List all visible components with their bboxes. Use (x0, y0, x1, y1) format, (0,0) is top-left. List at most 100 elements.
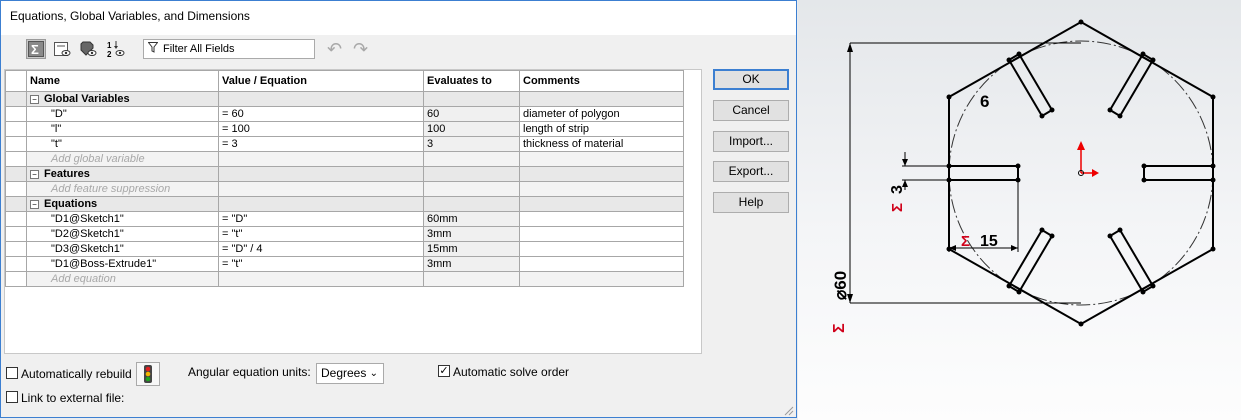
cell-value[interactable]: = 3 (218, 136, 424, 152)
cell-evaluates: 60 (423, 106, 520, 122)
cell-evaluates: 60mm (423, 211, 520, 227)
cell-value[interactable]: = 100 (218, 121, 424, 137)
undo-icon[interactable]: ↶ (327, 39, 342, 60)
link-external-checkbox[interactable] (6, 391, 18, 403)
add-row[interactable]: Add feature suppression (5, 181, 684, 197)
add-row[interactable]: Add equation (5, 271, 684, 287)
svg-text:2: 2 (107, 50, 112, 58)
auto-rebuild-checkbox[interactable] (6, 367, 18, 379)
cell-evaluates: 100 (423, 121, 520, 137)
cell-comment[interactable]: thickness of material (519, 136, 684, 152)
cancel-button[interactable]: Cancel (713, 100, 789, 121)
header-gutter (5, 70, 27, 92)
section-row[interactable]: − Equations (5, 196, 684, 212)
resize-grip-icon[interactable] (784, 405, 794, 416)
row-gutter (5, 271, 27, 287)
section-row[interactable]: − Features (5, 166, 684, 182)
row-gutter (5, 241, 27, 257)
table-row[interactable]: "t" = 3 3 thickness of material (5, 136, 684, 152)
cell-value[interactable]: = "t" (218, 226, 424, 242)
auto-solve-label: Automatic solve order (453, 365, 570, 379)
angular-units-label: Angular equation units: (188, 365, 311, 379)
sigma-icon: Σ (889, 203, 906, 212)
collapse-icon[interactable]: − (30, 94, 39, 104)
table-row[interactable]: "D1@Sketch1" = "D" 60mm (5, 211, 684, 227)
col-name[interactable]: Name (26, 70, 219, 92)
cell-name[interactable]: "D2@Sketch1" (26, 226, 219, 242)
auto-solve-checkbox[interactable]: ✓ (438, 365, 450, 377)
cell-name[interactable]: "t" (26, 136, 219, 152)
sheet-view-icon[interactable] (52, 39, 72, 59)
table-row[interactable]: "D3@Sketch1" = "D" / 4 15mm (5, 241, 684, 257)
rebuild-traffic-light-icon[interactable] (136, 362, 160, 386)
eye-dimension-icon[interactable] (79, 39, 99, 59)
cell-evaluates: 3 (423, 136, 520, 152)
row-gutter (5, 196, 27, 212)
cell-comment[interactable] (519, 241, 684, 257)
redo-icon[interactable]: ↷ (353, 39, 368, 60)
collapse-icon[interactable]: − (30, 199, 39, 209)
cell-name[interactable]: "l" (26, 121, 219, 137)
equations-table: Name Value / Equation Evaluates to Comme… (4, 69, 702, 354)
cell-comment[interactable]: length of strip (519, 121, 684, 137)
section-title[interactable]: − Global Variables (26, 91, 219, 107)
cell-comment[interactable] (519, 256, 684, 272)
table-row[interactable]: "D1@Boss-Extrude1" = "t" 3mm (5, 256, 684, 272)
dim-3-label: 3 (889, 185, 906, 194)
angular-units-value: Degrees (321, 366, 367, 380)
row-gutter (5, 91, 27, 107)
add-placeholder[interactable]: Add equation (26, 271, 219, 287)
col-comments[interactable]: Comments (519, 70, 684, 92)
cell-evaluates: 15mm (423, 241, 520, 257)
svg-text:Σ: Σ (31, 42, 39, 57)
ordered-view-icon[interactable]: 12 (106, 39, 126, 59)
filter-field[interactable]: Filter All Fields (143, 39, 315, 59)
dim-6-label: 6 (980, 92, 989, 111)
cell-name[interactable]: "D" (26, 106, 219, 122)
section-row[interactable]: − Global Variables (5, 91, 684, 107)
cell-value[interactable]: = 60 (218, 106, 424, 122)
add-row[interactable]: Add global variable (5, 151, 684, 167)
sigma-view-icon[interactable]: Σ (26, 39, 46, 59)
cell-value[interactable]: = "t" (218, 256, 424, 272)
cell-value[interactable]: = "D" / 4 (218, 241, 424, 257)
add-placeholder[interactable]: Add feature suppression (26, 181, 219, 197)
table-row[interactable]: "D" = 60 60 diameter of polygon (5, 106, 684, 122)
collapse-icon[interactable]: − (30, 169, 39, 179)
cell-evaluates: 3mm (423, 226, 520, 242)
row-gutter (5, 226, 27, 242)
graphics-area[interactable]: ⌀60 Σ 3 Σ Σ 15 6 (798, 0, 1241, 420)
equations-dialog: Equations, Global Variables, and Dimensi… (0, 0, 797, 418)
add-placeholder[interactable]: Add global variable (26, 151, 219, 167)
cell-comment[interactable] (519, 226, 684, 242)
section-title[interactable]: − Equations (26, 196, 219, 212)
cell-name[interactable]: "D1@Sketch1" (26, 211, 219, 227)
angular-units-select[interactable]: Degrees ⌄ (316, 363, 384, 384)
row-gutter (5, 151, 27, 167)
table-header: Name Value / Equation Evaluates to Comme… (5, 70, 684, 92)
ok-button[interactable]: OK (713, 69, 789, 90)
table-row[interactable]: "l" = 100 100 length of strip (5, 121, 684, 137)
sketch-drawing: ⌀60 Σ 3 Σ Σ 15 6 (831, 19, 1216, 333)
cell-name[interactable]: "D3@Sketch1" (26, 241, 219, 257)
svg-text:1: 1 (107, 41, 112, 50)
section-title[interactable]: − Features (26, 166, 219, 182)
cell-comment[interactable] (519, 211, 684, 227)
col-value[interactable]: Value / Equation (218, 70, 424, 92)
col-evaluates[interactable]: Evaluates to (423, 70, 520, 92)
row-gutter (5, 256, 27, 272)
cell-value[interactable]: = "D" (218, 211, 424, 227)
import-button[interactable]: Import... (713, 131, 789, 152)
cell-comment[interactable]: diameter of polygon (519, 106, 684, 122)
table-row[interactable]: "D2@Sketch1" = "t" 3mm (5, 226, 684, 242)
dim-60-label: ⌀60 (831, 271, 850, 300)
filter-placeholder: Filter All Fields (163, 43, 235, 55)
export-button[interactable]: Export... (713, 161, 789, 182)
row-gutter (5, 211, 27, 227)
help-button[interactable]: Help (713, 192, 789, 213)
cell-name[interactable]: "D1@Boss-Extrude1" (26, 256, 219, 272)
row-gutter (5, 136, 27, 152)
auto-rebuild-label: Automatically rebuild (21, 367, 132, 381)
sigma-icon: Σ (831, 323, 848, 333)
link-external-label: Link to external file: (21, 391, 125, 405)
